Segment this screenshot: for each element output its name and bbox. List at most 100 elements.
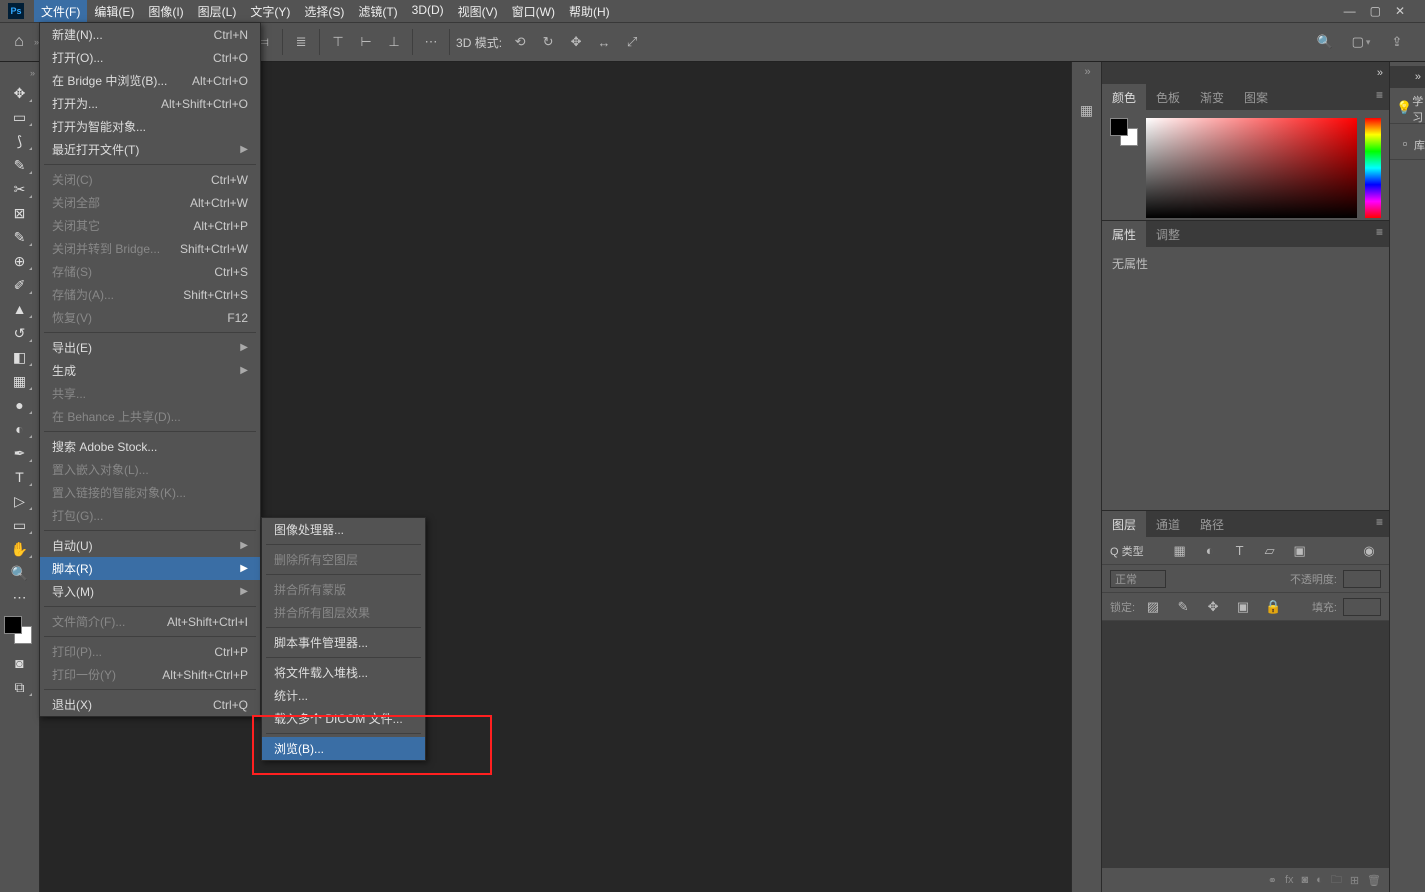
script-menu-item-7[interactable]: 脚本事件管理器... (262, 631, 425, 654)
file-menu-item-2[interactable]: 在 Bridge 中浏览(B)...Alt+Ctrl+O (40, 69, 260, 92)
file-menu-item-34[interactable]: 退出(X)Ctrl+Q (40, 693, 260, 716)
fill-input[interactable] (1343, 598, 1381, 616)
healing-tool[interactable]: ⊕ (5, 250, 35, 272)
type-tool[interactable]: T (5, 466, 35, 488)
lightbulb-icon[interactable]: 💡 (1396, 96, 1412, 120)
blend-mode-select[interactable]: 正常 (1110, 570, 1166, 588)
hue-slider[interactable] (1365, 118, 1381, 218)
learn-label[interactable]: 学习 (1412, 93, 1425, 125)
quick-select-tool[interactable]: ✎ (5, 154, 35, 176)
eyedropper-tool[interactable]: ✎ (5, 226, 35, 248)
blur-tool[interactable]: ● (5, 394, 35, 416)
filter-smart-icon[interactable]: ▣ (1288, 539, 1312, 563)
delete-layer-icon[interactable]: 🗑 (1367, 874, 1381, 887)
file-menu-item-20[interactable]: 搜索 Adobe Stock... (40, 435, 260, 458)
panel-fg-swatch[interactable] (1110, 118, 1128, 136)
maximize-button[interactable]: ▢ (1370, 4, 1381, 18)
filter-adjust-icon[interactable]: ◐ (1198, 539, 1222, 563)
tab-gradients[interactable]: 渐变 (1190, 84, 1234, 110)
new-layer-icon[interactable]: ⊞ (1350, 874, 1359, 887)
marquee-tool[interactable]: ▭ (5, 106, 35, 128)
filter-toggle[interactable]: ◉ (1357, 539, 1381, 563)
more-options-icon[interactable]: ⋯ (419, 30, 443, 54)
hand-tool[interactable]: ✋ (5, 538, 35, 560)
lasso-tool[interactable]: ⟆ (5, 130, 35, 152)
filter-type-icon[interactable]: T (1228, 539, 1252, 563)
layer-fx-icon[interactable]: fx (1285, 874, 1294, 886)
shape-tool[interactable]: ▭ (5, 514, 35, 536)
panel-menu-icon[interactable]: ≡ (1370, 84, 1389, 110)
new-group-icon[interactable]: 🗀 (1331, 871, 1342, 890)
menubar-item-2[interactable]: 图像(I) (141, 0, 190, 23)
tab-adjustments[interactable]: 调整 (1146, 221, 1190, 247)
path-select-tool[interactable]: ▷ (5, 490, 35, 512)
collapse-icon[interactable]: » (1377, 67, 1383, 79)
lock-all-icon[interactable]: 🔒 (1261, 595, 1285, 619)
collapse-icon[interactable]: » (1415, 71, 1421, 83)
layer-mask-icon[interactable]: ◙ (1302, 874, 1309, 886)
opacity-input[interactable] (1343, 570, 1381, 588)
edit-toolbar[interactable]: ⋯ (5, 586, 35, 608)
tab-paths[interactable]: 路径 (1190, 511, 1234, 537)
gradient-tool[interactable]: ▦ (5, 370, 35, 392)
file-menu-item-27[interactable]: 导入(M)▶ (40, 580, 260, 603)
panel-menu-icon[interactable]: ≡ (1370, 221, 1389, 247)
menubar-item-0[interactable]: 文件(F) (34, 0, 87, 23)
tab-channels[interactable]: 通道 (1146, 511, 1190, 537)
menubar-item-6[interactable]: 滤镜(T) (351, 0, 404, 23)
file-menu-item-15[interactable]: 导出(E)▶ (40, 336, 260, 359)
file-menu-item-5[interactable]: 最近打开文件(T)▶ (40, 138, 260, 161)
crop-tool[interactable]: ✂ (5, 178, 35, 200)
file-menu-item-16[interactable]: 生成▶ (40, 359, 260, 382)
script-menu-item-9[interactable]: 将文件载入堆栈... (262, 661, 425, 684)
brush-tool[interactable]: ✐ (5, 274, 35, 296)
tab-color[interactable]: 颜色 (1102, 84, 1146, 110)
minibar-icon[interactable]: ▦ (1075, 98, 1099, 122)
menubar-item-1[interactable]: 编辑(E) (87, 0, 141, 23)
menubar-item-3[interactable]: 图层(L) (191, 0, 244, 23)
pen-tool[interactable]: ✒ (5, 442, 35, 464)
eraser-tool[interactable]: ◧ (5, 346, 35, 368)
script-menu-item-11[interactable]: 载入多个 DICOM 文件... (262, 707, 425, 730)
new-adjust-icon[interactable]: ◐ (1316, 874, 1323, 886)
screen-mode-tool[interactable]: ⧉ (5, 676, 35, 698)
lock-paint-icon[interactable]: ✎ (1171, 595, 1195, 619)
zoom-tool[interactable]: 🔍 (5, 562, 35, 584)
file-menu-item-4[interactable]: 打开为智能对象... (40, 115, 260, 138)
tab-layers[interactable]: 图层 (1102, 511, 1146, 537)
tab-swatches[interactable]: 色板 (1146, 84, 1190, 110)
menubar-item-8[interactable]: 视图(V) (451, 0, 505, 23)
menubar-item-10[interactable]: 帮助(H) (562, 0, 617, 23)
filter-shape-icon[interactable]: ▱ (1258, 539, 1282, 563)
tab-patterns[interactable]: 图案 (1234, 84, 1278, 110)
menubar-item-5[interactable]: 选择(S) (297, 0, 351, 23)
lock-trans-icon[interactable]: ▨ (1141, 595, 1165, 619)
link-layers-icon[interactable]: ⚭ (1268, 874, 1277, 887)
share-icon[interactable]: ⇪ (1385, 30, 1409, 54)
script-menu-item-13[interactable]: 浏览(B)... (262, 737, 425, 760)
close-button[interactable]: ✕ (1395, 4, 1405, 18)
frame-tool[interactable]: ⊠ (5, 202, 35, 224)
color-swatches[interactable] (4, 616, 32, 644)
lock-pos-icon[interactable]: ✥ (1201, 595, 1225, 619)
search-icon[interactable]: 🔍 (1313, 30, 1337, 54)
file-menu-item-0[interactable]: 新建(N)...Ctrl+N (40, 23, 260, 46)
library-label[interactable]: 库 (1414, 137, 1425, 153)
lock-artboard-icon[interactable]: ▣ (1231, 595, 1255, 619)
panel-menu-icon[interactable]: ≡ (1370, 511, 1389, 537)
script-menu-item-10[interactable]: 统计... (262, 684, 425, 707)
filter-pixel-icon[interactable]: ▦ (1168, 539, 1192, 563)
tab-properties[interactable]: 属性 (1102, 221, 1146, 247)
home-icon[interactable]: ⌂ (6, 29, 32, 55)
clone-tool[interactable]: ▲ (5, 298, 35, 320)
foreground-swatch[interactable] (4, 616, 22, 634)
minimize-button[interactable]: — (1344, 4, 1356, 18)
move-tool[interactable]: ✥ (5, 82, 35, 104)
file-menu-item-3[interactable]: 打开为...Alt+Shift+Ctrl+O (40, 92, 260, 115)
file-menu-item-25[interactable]: 自动(U)▶ (40, 534, 260, 557)
library-icon[interactable]: ▫ (1396, 132, 1414, 156)
history-brush-tool[interactable]: ↺ (5, 322, 35, 344)
dodge-tool[interactable]: ◐ (5, 418, 35, 440)
quick-mask-tool[interactable]: ◙ (5, 652, 35, 674)
workspace-icon[interactable]: ▢▾ (1349, 30, 1373, 54)
